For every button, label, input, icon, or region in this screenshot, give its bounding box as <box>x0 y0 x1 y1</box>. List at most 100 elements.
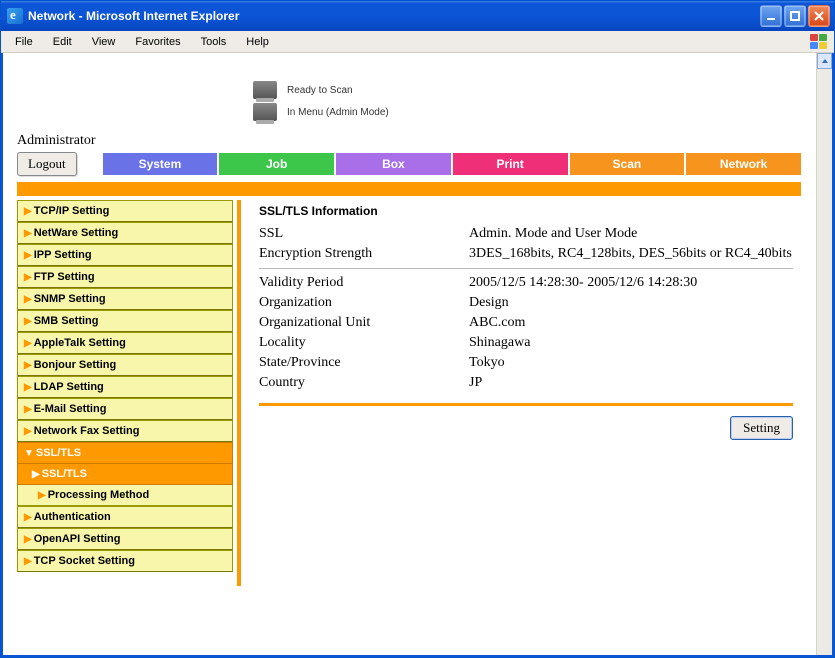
info-key: Validity Period <box>259 275 469 291</box>
arrow-icon: ▶ <box>24 360 32 371</box>
menu-file[interactable]: File <box>5 33 43 51</box>
tab-network[interactable]: Network <box>686 153 801 175</box>
sidebar-item[interactable]: ▶OpenAPI Setting <box>17 528 233 550</box>
info-value: Design <box>469 295 793 311</box>
browser-content: Ready to Scan In Menu (Admin Mode) Admin… <box>1 53 834 657</box>
info-key: Locality <box>259 335 469 351</box>
close-button[interactable] <box>808 5 830 27</box>
info-value: Admin. Mode and User Mode <box>469 226 793 242</box>
minimize-button[interactable] <box>760 5 782 27</box>
status-ready: Ready to Scan <box>287 85 353 96</box>
sidebar-item[interactable]: ▶FTP Setting <box>17 266 233 288</box>
menu-favorites[interactable]: Favorites <box>125 33 190 51</box>
sidebar-item-label: SSL/TLS <box>42 468 87 480</box>
info-value: 2005/12/5 14:28:30- 2005/12/6 14:28:30 <box>469 275 793 291</box>
sidebar-item-label: Processing Method <box>48 489 149 501</box>
sidebar-item-label: E-Mail Setting <box>34 403 107 415</box>
sidebar-item-label: LDAP Setting <box>34 381 104 393</box>
info-value: Tokyo <box>469 355 793 371</box>
printer-icon <box>253 81 277 99</box>
arrow-icon: ▼ <box>24 448 34 459</box>
sidebar-item[interactable]: ▶Authentication <box>17 506 233 528</box>
tab-system[interactable]: System <box>103 153 220 175</box>
vertical-scrollbar[interactable] <box>816 53 832 655</box>
menubar: File Edit View Favorites Tools Help <box>1 31 834 53</box>
tab-box[interactable]: Box <box>336 153 453 175</box>
scroll-up-button[interactable] <box>817 53 832 69</box>
sidebar-item-label: SNMP Setting <box>34 293 106 305</box>
menu-help[interactable]: Help <box>236 33 279 51</box>
admin-label: Administrator <box>3 133 815 152</box>
sidebar: ▶TCP/IP Setting▶NetWare Setting▶IPP Sett… <box>17 200 241 586</box>
arrow-icon: ▶ <box>24 534 32 545</box>
orange-divider <box>259 403 793 406</box>
tab-print[interactable]: Print <box>453 153 570 175</box>
info-key: Organization <box>259 295 469 311</box>
window-titlebar: Network - Microsoft Internet Explorer <box>1 1 834 31</box>
arrow-icon: ▶ <box>24 272 32 283</box>
printer-icon <box>253 103 277 121</box>
info-row: LocalityShinagawa <box>259 335 793 351</box>
divider <box>259 268 793 269</box>
arrow-icon: ▶ <box>24 316 32 327</box>
sidebar-item-label: NetWare Setting <box>34 227 119 239</box>
info-row: Encryption Strength3DES_168bits, RC4_128… <box>259 246 793 262</box>
status-mode: In Menu (Admin Mode) <box>287 107 389 118</box>
device-status-area: Ready to Scan In Menu (Admin Mode) <box>3 53 815 133</box>
sidebar-item[interactable]: ▶TCP/IP Setting <box>17 200 233 222</box>
sidebar-item[interactable]: ▶SNMP Setting <box>17 288 233 310</box>
info-row: SSLAdmin. Mode and User Mode <box>259 226 793 242</box>
sidebar-item-label: FTP Setting <box>34 271 95 283</box>
maximize-button[interactable] <box>784 5 806 27</box>
sidebar-item-label: OpenAPI Setting <box>34 533 121 545</box>
logout-button[interactable]: Logout <box>17 152 77 176</box>
sidebar-item[interactable]: ▶SMB Setting <box>17 310 233 332</box>
info-value: 3DES_168bits, RC4_128bits, DES_56bits or… <box>469 246 793 262</box>
info-key: State/Province <box>259 355 469 371</box>
sidebar-item-label: IPP Setting <box>34 249 92 261</box>
menu-tools[interactable]: Tools <box>191 33 237 51</box>
info-key: Encryption Strength <box>259 246 469 262</box>
sidebar-item[interactable]: ▶Network Fax Setting <box>17 420 233 442</box>
sidebar-item[interactable]: ▶IPP Setting <box>17 244 233 266</box>
setting-button[interactable]: Setting <box>730 416 793 440</box>
arrow-icon: ▶ <box>24 556 32 567</box>
sidebar-item[interactable]: ▶Processing Method <box>17 485 233 506</box>
arrow-icon: ▶ <box>24 382 32 393</box>
sidebar-item[interactable]: ▶LDAP Setting <box>17 376 233 398</box>
info-row: CountryJP <box>259 375 793 391</box>
arrow-icon: ▶ <box>24 512 32 523</box>
sidebar-item-label: Authentication <box>34 511 111 523</box>
info-key: Organizational Unit <box>259 315 469 331</box>
sidebar-item[interactable]: ▶E-Mail Setting <box>17 398 233 420</box>
sidebar-item-label: AppleTalk Setting <box>34 337 126 349</box>
sidebar-item[interactable]: ▶SSL/TLS <box>17 464 233 485</box>
sidebar-item[interactable]: ▶TCP Socket Setting <box>17 550 233 572</box>
window-title: Network - Microsoft Internet Explorer <box>28 9 239 23</box>
sidebar-item-label: SMB Setting <box>34 315 99 327</box>
sidebar-item-label: TCP Socket Setting <box>34 555 135 567</box>
sidebar-item[interactable]: ▶NetWare Setting <box>17 222 233 244</box>
menu-edit[interactable]: Edit <box>43 33 82 51</box>
arrow-icon: ▶ <box>24 404 32 415</box>
info-value: JP <box>469 375 793 391</box>
arrow-icon: ▶ <box>38 490 46 501</box>
arrow-icon: ▶ <box>32 469 40 480</box>
detail-panel: SSL/TLS Information SSLAdmin. Mode and U… <box>241 200 801 586</box>
sidebar-item[interactable]: ▶AppleTalk Setting <box>17 332 233 354</box>
tab-job[interactable]: Job <box>219 153 336 175</box>
arrow-icon: ▶ <box>24 338 32 349</box>
sidebar-item-label: TCP/IP Setting <box>34 205 110 217</box>
menu-view[interactable]: View <box>82 33 126 51</box>
arrow-icon: ▶ <box>24 228 32 239</box>
windows-flag-icon <box>810 34 828 50</box>
info-row: Validity Period2005/12/5 14:28:30- 2005/… <box>259 275 793 291</box>
nav-tabs: SystemJobBoxPrintScanNetwork <box>103 153 801 175</box>
tab-scan[interactable]: Scan <box>570 153 687 175</box>
sidebar-item[interactable]: ▶Bonjour Setting <box>17 354 233 376</box>
arrow-icon: ▶ <box>24 250 32 261</box>
detail-heading: SSL/TLS Information <box>259 204 793 218</box>
sidebar-item[interactable]: ▼SSL/TLS <box>17 442 233 464</box>
arrow-icon: ▶ <box>24 294 32 305</box>
info-row: Organizational UnitABC.com <box>259 315 793 331</box>
